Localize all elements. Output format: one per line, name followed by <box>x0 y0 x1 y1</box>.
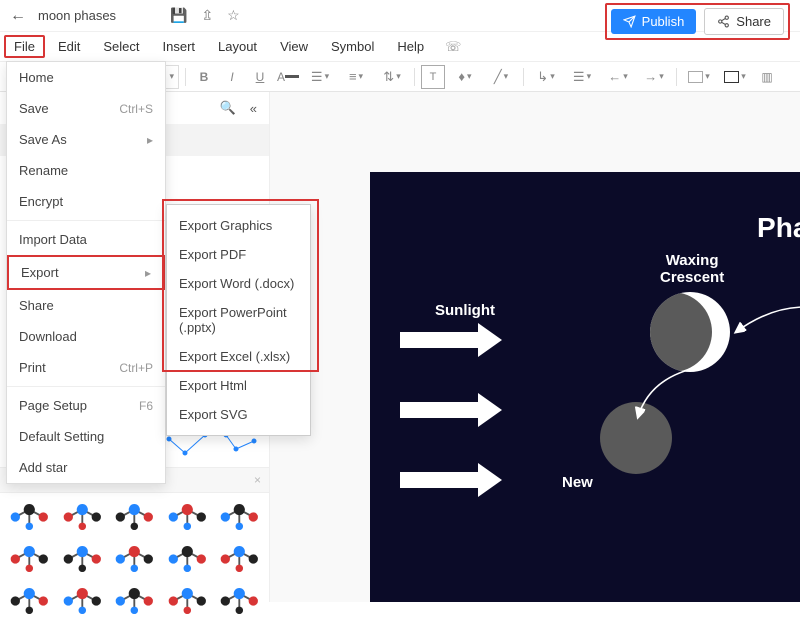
fill-color-button[interactable]: ♦▾ <box>449 65 481 89</box>
shape-molecule-6[interactable] <box>6 541 53 577</box>
line-spacing-button[interactable]: ⇅▾ <box>376 65 408 89</box>
menu-insert[interactable]: Insert <box>153 35 206 58</box>
file-download[interactable]: Download <box>7 321 165 352</box>
file-save[interactable]: SaveCtrl+S <box>7 93 165 124</box>
sunlight-arrow-2 <box>400 402 480 418</box>
export-excel[interactable]: Export Excel (.xlsx) <box>167 342 310 371</box>
menu-file[interactable]: File <box>4 35 45 58</box>
shape-molecule-7[interactable] <box>59 541 106 577</box>
menu-layout[interactable]: Layout <box>208 35 267 58</box>
save-icon[interactable]: 💾 <box>170 7 187 24</box>
export-word[interactable]: Export Word (.docx) <box>167 269 310 298</box>
menu-help[interactable]: Help <box>387 35 434 58</box>
shape-molecule-3[interactable] <box>111 499 158 535</box>
publish-share-group: Publish Share <box>605 3 790 40</box>
label-waxing-crescent: Waxing Crescent <box>660 252 724 286</box>
shape-molecule-12[interactable] <box>59 583 106 619</box>
file-import-data[interactable]: Import Data <box>7 224 165 255</box>
export-pdf[interactable]: Export PDF <box>167 240 310 269</box>
label-sunlight: Sunlight <box>435 302 495 319</box>
file-encrypt[interactable]: Encrypt <box>7 186 165 217</box>
glasses-icon[interactable]: ☏ <box>437 35 469 59</box>
file-rename[interactable]: Rename <box>7 155 165 186</box>
file-export[interactable]: Export▸ <box>7 255 165 290</box>
canvas-area[interactable]: Phases o Sunlight Waxing Crescent New <box>270 92 800 602</box>
shadow-button[interactable]: ▥ <box>755 65 779 89</box>
shape-molecule-5[interactable] <box>216 499 263 535</box>
bold-button[interactable]: B <box>192 65 216 89</box>
export-quick-icon[interactable]: ⇫ <box>201 7 213 24</box>
share-label: Share <box>736 14 771 29</box>
file-print[interactable]: PrintCtrl+P <box>7 352 165 383</box>
export-powerpoint[interactable]: Export PowerPoint (.pptx) <box>167 298 310 342</box>
category-close-icon[interactable]: × <box>254 473 261 487</box>
publish-icon <box>623 15 636 28</box>
shape-molecule-4[interactable] <box>164 499 211 535</box>
share-icon <box>717 15 730 28</box>
menu-edit[interactable]: Edit <box>48 35 90 58</box>
shape-molecule-14[interactable] <box>164 583 211 619</box>
shape-molecule-11[interactable] <box>6 583 53 619</box>
moon-waxing-crescent <box>650 292 730 372</box>
arrow-end-button[interactable]: →▾ <box>638 65 670 89</box>
shape-fill-button[interactable]: ▾ <box>683 65 715 89</box>
file-share[interactable]: Share <box>7 290 165 321</box>
line-tool-button[interactable]: ╱▾ <box>485 65 517 89</box>
back-icon[interactable]: ← <box>10 7 26 25</box>
sunlight-arrow-1 <box>400 332 480 348</box>
sunlight-arrow-3 <box>400 472 480 488</box>
panel-search-icon[interactable]: 🔍 <box>220 100 236 116</box>
font-color-button[interactable]: A <box>276 65 300 89</box>
menu-select[interactable]: Select <box>93 35 149 58</box>
file-page-setup[interactable]: Page SetupF6 <box>7 390 165 421</box>
shape-molecule-8[interactable] <box>111 541 158 577</box>
file-add-star[interactable]: Add star <box>7 452 165 483</box>
shape-molecule-15[interactable] <box>216 583 263 619</box>
export-graphics[interactable]: Export Graphics <box>167 211 310 240</box>
orbit-arrow-2 <box>730 302 800 352</box>
star-icon[interactable]: ☆ <box>227 7 240 24</box>
shape-molecule-1[interactable] <box>6 499 53 535</box>
textbox-button[interactable]: T <box>421 65 445 89</box>
shape-molecule-9[interactable] <box>164 541 211 577</box>
shape-molecule-10[interactable] <box>216 541 263 577</box>
menu-view[interactable]: View <box>270 35 318 58</box>
shape-molecule-13[interactable] <box>111 583 158 619</box>
menu-symbol[interactable]: Symbol <box>321 35 384 58</box>
label-new: New <box>562 474 593 491</box>
align-button[interactable]: ☰▾ <box>304 65 336 89</box>
connector-button[interactable]: ↳▾ <box>530 65 562 89</box>
file-default-setting[interactable]: Default Setting <box>7 421 165 452</box>
export-submenu: Export Graphics Export PDF Export Word (… <box>166 204 311 436</box>
molecule-shapes-grid: /* generated below */ <box>0 493 269 625</box>
underline-button[interactable]: U <box>248 65 272 89</box>
file-save-as[interactable]: Save As▸ <box>7 124 165 155</box>
shape-molecule-2[interactable] <box>59 499 106 535</box>
line-style-button[interactable]: ☰▾ <box>566 65 598 89</box>
export-html[interactable]: Export Html <box>167 371 310 400</box>
document-title: moon phases <box>38 8 158 23</box>
publish-button[interactable]: Publish <box>611 9 697 34</box>
shape-outline-button[interactable]: ▾ <box>719 65 751 89</box>
publish-label: Publish <box>642 14 685 29</box>
share-button[interactable]: Share <box>704 8 784 35</box>
document-canvas[interactable]: Phases o Sunlight Waxing Crescent New <box>370 172 800 602</box>
panel-collapse-icon[interactable]: « <box>250 101 257 116</box>
export-svg[interactable]: Export SVG <box>167 400 310 429</box>
file-home[interactable]: Home <box>7 62 165 93</box>
arrow-start-button[interactable]: ←▾ <box>602 65 634 89</box>
file-menu-dropdown: Home SaveCtrl+S Save As▸ Rename Encrypt … <box>6 61 166 484</box>
italic-button[interactable]: I <box>220 65 244 89</box>
orbit-arrow-1 <box>630 362 720 432</box>
valign-button[interactable]: ≡▾ <box>340 65 372 89</box>
canvas-title: Phases o <box>410 212 800 244</box>
